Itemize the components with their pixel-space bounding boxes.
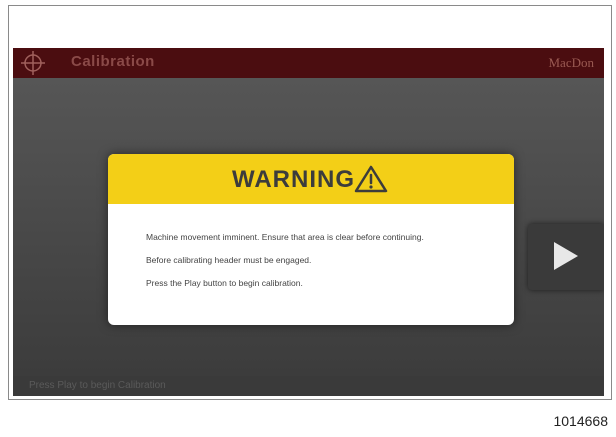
play-button[interactable] — [528, 224, 604, 290]
status-bar: Press Play to begin Calibration — [13, 376, 604, 396]
app-title: Calibration — [71, 53, 155, 70]
warning-header: WARNING — [108, 154, 514, 204]
figure-reference-number: 1014668 — [553, 413, 608, 429]
crosshair-icon — [21, 51, 45, 75]
warning-dialog: WARNING Machine movement imminent. Ensur… — [108, 154, 514, 325]
warning-triangle-icon — [354, 165, 388, 198]
play-icon — [554, 242, 578, 270]
warning-message-line: Press the Play button to begin calibrati… — [146, 278, 303, 288]
title-bar: Calibration MacDon — [13, 48, 604, 78]
warning-message-line: Before calibrating header must be engage… — [146, 255, 312, 265]
brand-logo: MacDon — [548, 55, 595, 70]
status-text: Press Play to begin Calibration — [29, 380, 166, 391]
warning-title: WARNING — [232, 166, 355, 193]
warning-message-line: Machine movement imminent. Ensure that a… — [146, 232, 424, 242]
